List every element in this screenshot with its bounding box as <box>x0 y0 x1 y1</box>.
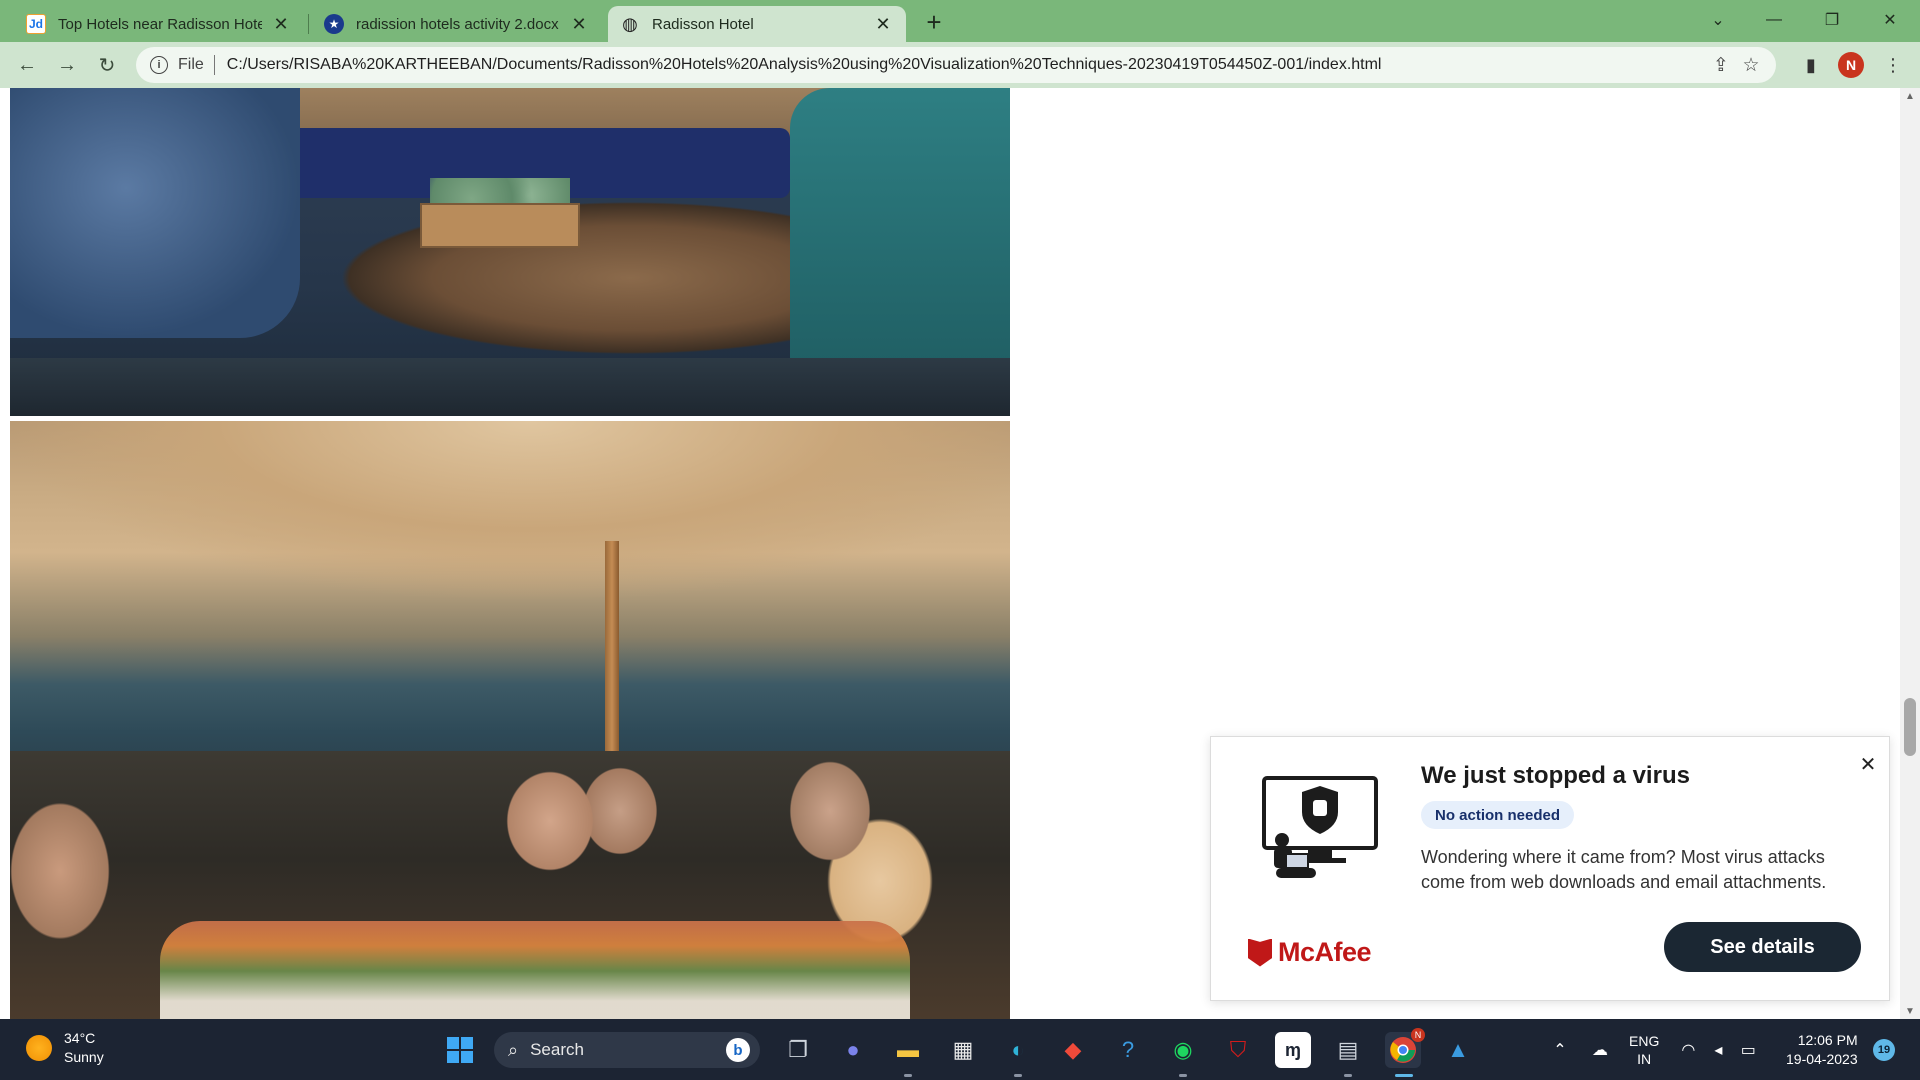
close-window-button[interactable]: ✕ <box>1862 0 1918 40</box>
profile-avatar[interactable]: N <box>1838 52 1864 78</box>
mcafee-notification: We just stopped a virus No action needed… <box>1210 736 1890 1001</box>
tab-docs[interactable]: ★ radission hotels activity 2.docx - ✕ <box>312 6 602 42</box>
mcafee-brand: McAfee <box>1278 937 1372 967</box>
popup-body-text: Wondering where it came from? Most virus… <box>1421 847 1827 892</box>
spotify-icon[interactable]: ◉ <box>1165 1032 1201 1068</box>
tab-strip: Jd Top Hotels near Radisson Hotel-I ✕ ★ … <box>0 0 1920 42</box>
scroll-down-icon[interactable]: ▼ <box>1900 1003 1920 1019</box>
document-app-icon[interactable]: ▤ <box>1330 1032 1366 1068</box>
docs-star-icon: ★ <box>324 14 344 34</box>
photo-planter <box>420 203 580 248</box>
photo-table-flowers <box>160 921 910 1019</box>
reload-button[interactable]: ↻ <box>92 50 122 80</box>
system-tray: ⌃ ☁ ENG IN ◠ ◂ ▭ <box>1545 1019 1763 1080</box>
popup-close-icon[interactable]: ✕ <box>1857 753 1879 776</box>
running-indicator <box>1344 1074 1352 1077</box>
start-button[interactable] <box>442 1032 478 1068</box>
tab-title: Radisson Hotel <box>652 15 754 33</box>
task-view-icon[interactable]: ❐ <box>780 1032 816 1068</box>
photos-icon[interactable]: ▲ <box>1440 1032 1476 1068</box>
clock[interactable]: 12:06 PM 19-04-2023 <box>1786 1031 1858 1069</box>
search-icon: ⌕ <box>508 1039 519 1060</box>
close-tab-icon[interactable]: ✕ <box>872 13 894 35</box>
tab-title: Top Hotels near Radisson Hotel-I <box>58 15 262 33</box>
tab-title: radission hotels activity 2.docx - <box>356 15 560 33</box>
page-viewport: ▲ ▼ We just stopped a virus No action ne… <box>0 88 1920 1019</box>
running-indicator <box>904 1074 912 1077</box>
weather-widget[interactable]: 34°C Sunny <box>26 1029 104 1067</box>
globe-icon: ◍ <box>622 13 638 34</box>
close-tab-icon[interactable]: ✕ <box>568 13 590 35</box>
weather-temp: 34°C <box>64 1030 96 1046</box>
browser-toolbar: ← → ↻ i File C:/Users/RISABA%20KARTHEEBA… <box>0 42 1920 88</box>
onedrive-cloud-icon[interactable]: ☁ <box>1585 1040 1615 1060</box>
bookmark-star-icon[interactable]: ☆ <box>1736 54 1766 77</box>
volume-icon[interactable]: ◂ <box>1703 1040 1733 1060</box>
address-scheme: File <box>178 56 204 73</box>
share-icon[interactable]: ⇪ <box>1706 54 1736 77</box>
taskbar-search-label: Search <box>530 1040 584 1059</box>
app-icon[interactable]: ɱ <box>1275 1032 1311 1068</box>
mcafee-taskbar-icon[interactable]: ⛉ <box>1220 1032 1256 1068</box>
photo-tent <box>10 421 1010 651</box>
no-action-badge: No action needed <box>1421 801 1575 829</box>
clock-date: 19-04-2023 <box>1786 1051 1858 1067</box>
language-indicator[interactable]: ENG IN <box>1629 1032 1659 1068</box>
teams-chat-icon[interactable]: ● <box>835 1032 871 1068</box>
microsoft-store-icon[interactable]: ▦ <box>945 1032 981 1068</box>
dinner-toast-photo <box>10 421 1010 1019</box>
chrome-profile-badge: N <box>1411 1028 1425 1042</box>
close-tab-icon[interactable]: ✕ <box>270 13 292 35</box>
see-details-button[interactable]: See details <box>1664 922 1861 972</box>
tab-separator <box>308 14 309 34</box>
photo-person <box>10 88 300 338</box>
photo-person <box>790 88 1010 388</box>
notification-count-badge[interactable]: 19 <box>1873 1039 1895 1061</box>
new-tab-button[interactable]: + <box>920 7 948 37</box>
language-region: IN <box>1637 1050 1652 1067</box>
lounge-photo <box>10 88 1010 416</box>
scroll-thumb[interactable] <box>1904 698 1916 756</box>
active-indicator <box>1395 1074 1413 1077</box>
menu-kebab-icon[interactable]: ⋮ <box>1880 52 1906 78</box>
anydesk-icon[interactable]: ◆ <box>1055 1032 1091 1068</box>
tab-search-icon[interactable]: ⌄ <box>1690 0 1746 40</box>
scroll-up-icon[interactable]: ▲ <box>1900 88 1920 104</box>
tab-justdial[interactable]: Jd Top Hotels near Radisson Hotel-I ✕ <box>14 6 304 42</box>
mcafee-shield-icon <box>1248 938 1272 967</box>
battery-icon[interactable]: ▭ <box>1733 1040 1763 1060</box>
weather-text: 34°C Sunny <box>64 1029 104 1067</box>
language-code: ENG <box>1629 1032 1660 1049</box>
tab-radisson-hotel[interactable]: ◍ Radisson Hotel ✕ <box>608 6 906 42</box>
edge-icon[interactable]: ◐ <box>1000 1032 1036 1068</box>
side-panel-icon[interactable]: ▮ <box>1798 52 1824 78</box>
windows-taskbar: 34°C Sunny ⌕ Search b ❐ ● ▬ ▦ ◐ ◆ ? ◉ ⛉ … <box>0 1019 1920 1080</box>
justdial-icon: Jd <box>26 14 46 34</box>
file-explorer-icon[interactable]: ▬ <box>890 1032 926 1068</box>
back-button[interactable]: ← <box>12 50 42 80</box>
clock-time: 12:06 PM <box>1797 1032 1858 1048</box>
chrome-icon[interactable]: N <box>1385 1028 1425 1068</box>
page-scrollbar[interactable]: ▲ ▼ <box>1900 88 1920 1019</box>
site-info-icon[interactable]: i <box>150 56 168 74</box>
address-url[interactable]: C:/Users/RISABA%20KARTHEEBAN/Documents/R… <box>227 56 1706 74</box>
show-hidden-icons-icon[interactable]: ⌃ <box>1545 1040 1575 1060</box>
address-divider <box>213 55 215 75</box>
running-indicator <box>1014 1074 1022 1077</box>
minimize-button[interactable]: — <box>1746 0 1802 40</box>
photo-floor <box>10 358 1010 416</box>
mcafee-logo: McAfee <box>1248 937 1372 968</box>
wifi-icon[interactable]: ◠ <box>1673 1040 1703 1060</box>
help-icon[interactable]: ? <box>1110 1032 1146 1068</box>
virus-blocked-illustration-icon <box>1256 772 1386 892</box>
taskbar-search[interactable]: ⌕ Search b <box>494 1032 760 1068</box>
bing-icon[interactable]: b <box>726 1038 750 1062</box>
restore-button[interactable]: ❐ <box>1804 0 1860 40</box>
weather-condition: Sunny <box>64 1049 104 1065</box>
popup-headline: We just stopped a virus <box>1421 762 1690 789</box>
forward-button[interactable]: → <box>52 50 82 80</box>
address-bar[interactable]: i File C:/Users/RISABA%20KARTHEEBAN/Docu… <box>136 47 1776 83</box>
sun-icon <box>26 1035 52 1061</box>
running-indicator <box>1179 1074 1187 1077</box>
